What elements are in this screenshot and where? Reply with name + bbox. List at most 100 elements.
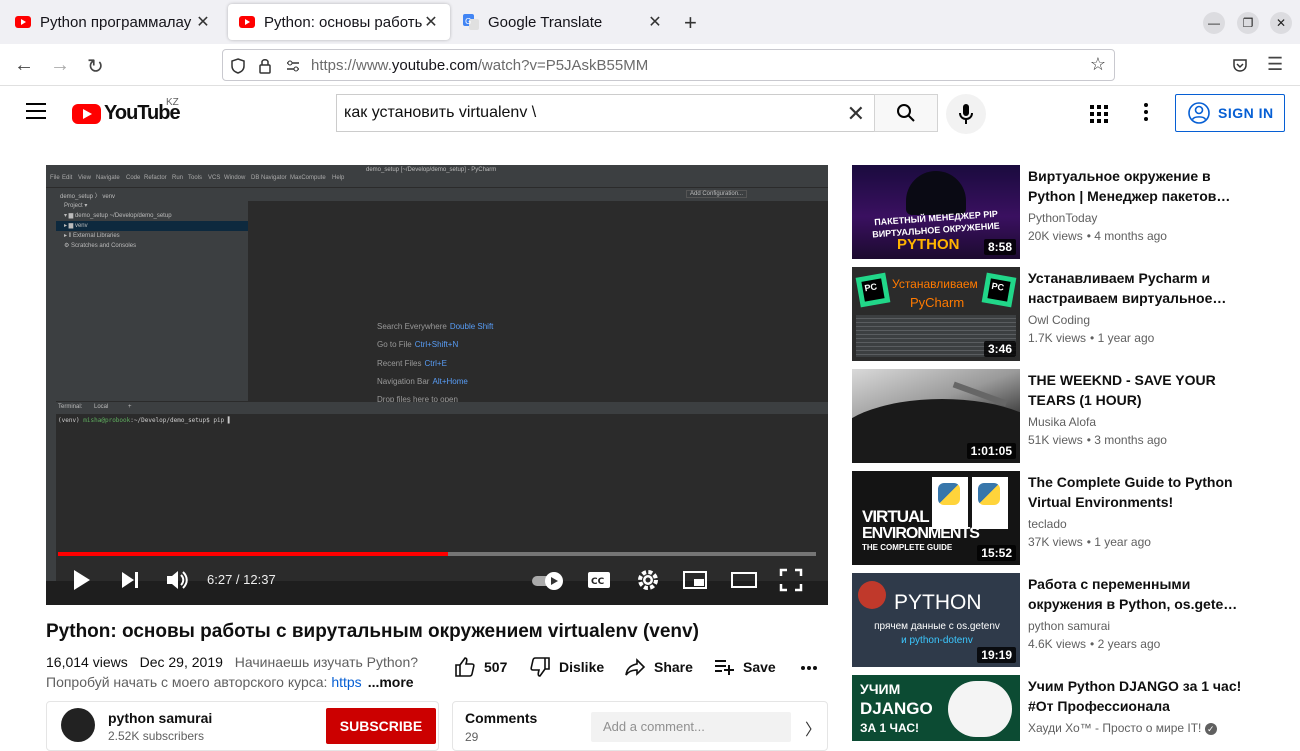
- recommendation-stats: 4.6K views2 years ago: [1028, 637, 1160, 651]
- play-icon[interactable]: [68, 567, 94, 593]
- browser-tab-2[interactable]: Python: основы работы ✕: [228, 4, 450, 40]
- dislike-button[interactable]: Dislike: [529, 656, 604, 678]
- back-arrow-icon[interactable]: ←: [14, 54, 34, 77]
- voice-search-button[interactable]: [946, 94, 986, 134]
- clear-search-icon[interactable]: ✕: [847, 101, 865, 127]
- permissions-icon[interactable]: [285, 59, 301, 73]
- thumbnail-text: прячем данные с os.getenv: [874, 621, 1000, 632]
- search-input[interactable]: как установить virtualenv \ ✕: [336, 94, 875, 132]
- recommendation-channel[interactable]: PythonToday: [1028, 211, 1097, 225]
- ide-terminal-tabs: Terminal: Local +: [56, 402, 828, 414]
- ide-menu-item: Code: [126, 175, 141, 181]
- google-translate-favicon-icon: G: [463, 14, 479, 30]
- comment-input[interactable]: Add a comment...: [591, 712, 791, 742]
- recommendation-item[interactable]: 1:01:05 THE WEEKND - SAVE YOUR TEARS (1 …: [852, 369, 1272, 463]
- ide-hint: Search Everywhere Double Shift: [377, 322, 494, 331]
- guide-menu-icon[interactable]: [26, 103, 46, 119]
- channel-avatar[interactable]: [61, 708, 95, 742]
- more-actions-icon[interactable]: [800, 665, 818, 671]
- sign-in-button[interactable]: SIGN IN: [1175, 94, 1285, 132]
- menu-icon[interactable]: ☰: [1267, 54, 1283, 75]
- maximize-window-button[interactable]: ❐: [1237, 12, 1259, 34]
- recommendation-item[interactable]: ПАКЕТНЫЙ МЕНЕДЖЕР PIP ВИРТУАЛЬНОЕ ОКРУЖЕ…: [852, 165, 1272, 259]
- description-text: Попробуй начать с моего авторского курса…: [46, 674, 332, 690]
- settings-more-icon[interactable]: [1144, 103, 1148, 124]
- channel-name[interactable]: python samurai: [108, 710, 212, 726]
- share-button[interactable]: Share: [624, 656, 693, 678]
- recommendation-title[interactable]: Работа с переменными окружения в Python,…: [1028, 574, 1243, 614]
- microphone-icon: [959, 104, 973, 124]
- new-tab-button[interactable]: +: [684, 10, 697, 36]
- video-thumbnail[interactable]: ПАКЕТНЫЙ МЕНЕДЖЕР PIP ВИРТУАЛЬНОЕ ОКРУЖЕ…: [852, 165, 1020, 259]
- captions-icon[interactable]: CC: [586, 567, 612, 593]
- autoplay-toggle-icon[interactable]: [530, 567, 568, 593]
- url-text: https://www.youtube.com/watch?v=P5JAskB5…: [311, 57, 649, 74]
- upload-date: Dec 29, 2019: [139, 654, 223, 670]
- miniplayer-icon[interactable]: [682, 567, 708, 593]
- progress-bar[interactable]: [58, 552, 816, 556]
- volume-icon[interactable]: [164, 567, 190, 593]
- thumbnail-text: THE COMPLETE GUIDE: [862, 543, 953, 552]
- video-thumbnail[interactable]: 1:01:05: [852, 369, 1020, 463]
- save-button[interactable]: Save: [713, 656, 776, 678]
- video-player[interactable]: demo_setup [~/Develop/demo_setup] - PyCh…: [46, 165, 828, 605]
- recommendation-item[interactable]: PC PC Устанавливаем PyCharm 3:46 Устанав…: [852, 267, 1272, 361]
- chevron-right-icon[interactable]: 〉: [805, 716, 821, 740]
- subscribe-button[interactable]: SUBSCRIBE: [326, 708, 436, 744]
- like-button[interactable]: 507: [454, 656, 507, 678]
- thumbnail-text: УЧИМ: [860, 681, 901, 697]
- recommendation-title[interactable]: Устанавливаем Pycharm и настраиваем вирт…: [1028, 268, 1243, 308]
- recommendation-item[interactable]: VIRTUAL ENVIRONMENTS THE COMPLETE GUIDE …: [852, 471, 1272, 565]
- fullscreen-icon[interactable]: [778, 567, 804, 593]
- recommendation-title[interactable]: THE WEEKND - SAVE YOUR TEARS (1 HOUR): [1028, 370, 1243, 410]
- account-icon: [1188, 102, 1210, 124]
- browser-tab-3[interactable]: G Google Translate ✕: [452, 4, 674, 40]
- video-thumbnail[interactable]: VIRTUAL ENVIRONMENTS THE COMPLETE GUIDE …: [852, 471, 1020, 565]
- forward-arrow-icon[interactable]: →: [50, 54, 70, 77]
- time-display: 6:27 / 12:37: [207, 572, 276, 587]
- shield-icon[interactable]: [229, 57, 247, 75]
- theater-mode-icon[interactable]: [730, 567, 758, 593]
- video-description: Попробуй начать с моего авторского курса…: [46, 674, 414, 690]
- ide-menu-item: MaxCompute: [290, 175, 326, 181]
- recommendation-title[interactable]: Учим Python DJANGO за 1 час! #От Професс…: [1028, 676, 1243, 716]
- close-window-button[interactable]: ✕: [1270, 12, 1292, 34]
- next-icon[interactable]: [118, 567, 142, 593]
- settings-gear-icon[interactable]: [635, 567, 661, 593]
- video-thumbnail[interactable]: PYTHON прячем данные с os.getenv и pytho…: [852, 573, 1020, 667]
- close-tab-icon[interactable]: ✕: [646, 12, 664, 32]
- channel-seal-graphic: [858, 581, 886, 609]
- ide-project-panel: Project ▾ ▾ ▆ demo_setup ~/Develop/demo_…: [56, 201, 248, 401]
- search-button[interactable]: [874, 94, 938, 132]
- tab-label: Python программалау ті: [40, 13, 194, 31]
- recommendation-item[interactable]: PYTHON прячем данные с os.getenv и pytho…: [852, 573, 1272, 667]
- video-thumbnail[interactable]: PC PC Устанавливаем PyCharm 3:46: [852, 267, 1020, 361]
- lock-icon[interactable]: [257, 57, 273, 75]
- reload-icon[interactable]: ↻: [87, 54, 104, 79]
- url-bar[interactable]: https://www.youtube.com/watch?v=P5JAskB5…: [222, 49, 1115, 81]
- bookmark-star-icon[interactable]: ☆: [1090, 54, 1106, 75]
- recommendation-channel[interactable]: Owl Coding: [1028, 313, 1090, 327]
- python-doc-graphic: [972, 477, 1008, 529]
- description-link[interactable]: https: [331, 674, 361, 690]
- youtube-favicon-icon: [15, 16, 31, 28]
- ide-window-title: demo_setup [~/Develop/demo_setup] - PyCh…: [366, 167, 497, 173]
- video-thumbnail[interactable]: УЧИМ DJANGO ЗА 1 ЧАС!: [852, 675, 1020, 741]
- show-more-button[interactable]: ...more: [368, 674, 414, 690]
- close-tab-icon[interactable]: ✕: [422, 12, 440, 32]
- recommendation-item[interactable]: УЧИМ DJANGO ЗА 1 ЧАС! Учим Python DJANGO…: [852, 675, 1272, 741]
- recommendation-title[interactable]: The Complete Guide to Python Virtual Env…: [1028, 472, 1243, 512]
- recommendation-channel[interactable]: Musika Alofa: [1028, 415, 1096, 429]
- browser-tab-1[interactable]: Python программалау ті ✕: [4, 4, 222, 40]
- ide-tree-item: ⚙ Scratches and Consoles: [64, 243, 137, 249]
- recommendation-channel[interactable]: teclado: [1028, 517, 1067, 531]
- apps-grid-icon[interactable]: [1090, 105, 1108, 123]
- recommendation-title[interactable]: Виртуальное окружение в Python | Менедже…: [1028, 166, 1243, 206]
- youtube-logo[interactable]: YouTube KZ: [72, 97, 181, 125]
- recommendation-channel[interactable]: python samurai: [1028, 619, 1110, 633]
- close-tab-icon[interactable]: ✕: [194, 12, 212, 32]
- recommendation-channel[interactable]: Хауди Хо™ - Просто о мире IT! ✓: [1028, 721, 1217, 735]
- sign-in-label: SIGN IN: [1218, 105, 1274, 121]
- minimize-window-button[interactable]: —: [1203, 12, 1225, 34]
- pocket-icon[interactable]: [1231, 56, 1249, 74]
